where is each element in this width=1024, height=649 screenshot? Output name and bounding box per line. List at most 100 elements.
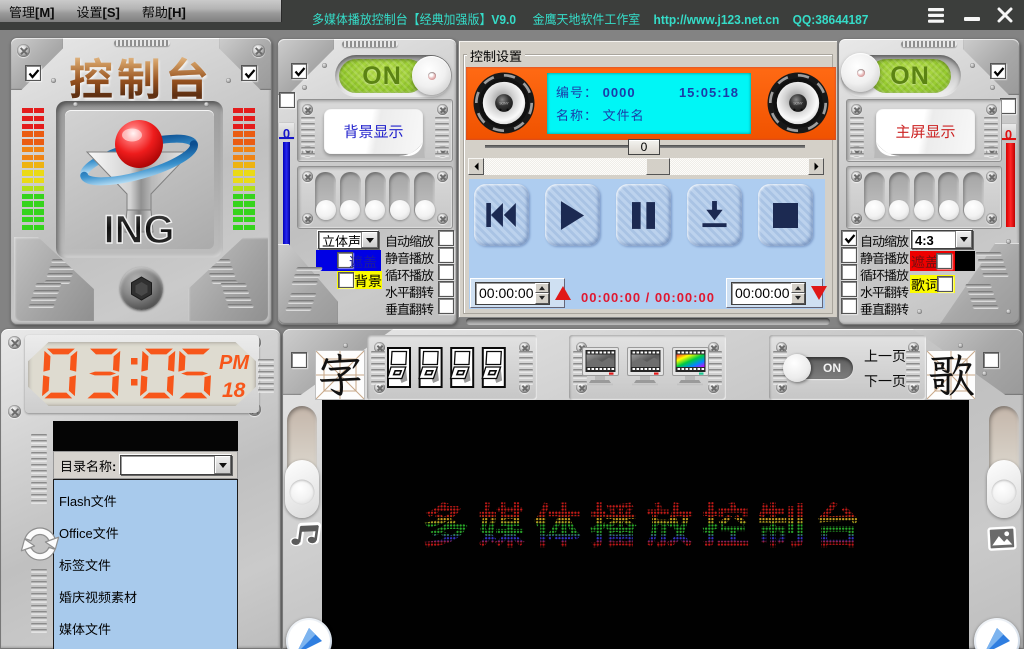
decor: 遮盖	[349, 252, 377, 272]
scroll-thumb[interactable]	[646, 158, 670, 175]
directory-item[interactable]: 婚庆视频素材	[54, 582, 237, 614]
scrollbar[interactable]	[468, 158, 824, 175]
audio-mode-dropdown[interactable]: 立体声	[318, 231, 379, 249]
vent-grille	[28, 283, 62, 308]
option-checkbox[interactable]	[438, 281, 454, 297]
group-title: 控制设置	[467, 46, 525, 65]
right-panel-checkbox2[interactable]	[1000, 98, 1016, 114]
option-checkbox[interactable]	[438, 247, 454, 263]
background-display-button[interactable]: 背景显示	[324, 109, 423, 154]
eq-slider	[963, 172, 984, 220]
row2: 名称： 文件名	[556, 105, 645, 124]
right-panel-checkbox[interactable]	[990, 63, 1006, 79]
minimize-button[interactable]	[964, 17, 980, 22]
option-checkbox[interactable]	[841, 247, 857, 263]
stop-button[interactable]	[758, 184, 813, 246]
right-on-toggle[interactable]: ON	[869, 59, 951, 93]
menu-help[interactable]: 帮助[H]	[142, 2, 186, 21]
scroll-left-button[interactable]	[468, 158, 484, 175]
toggle-switch-icons[interactable]	[387, 347, 506, 388]
right-side-knob[interactable]	[987, 460, 1021, 518]
left-on-knob[interactable]	[412, 56, 451, 95]
option-checkbox[interactable]	[841, 298, 857, 314]
decor	[225, 297, 252, 301]
directory-item[interactable]: Flash文件	[54, 486, 237, 518]
rivet-icon	[982, 371, 987, 376]
main-display-button[interactable]: 主屏显示	[876, 109, 975, 154]
directory-dropdown[interactable]	[120, 455, 232, 475]
directory-item[interactable]: Office文件	[54, 518, 237, 550]
decor	[984, 129, 998, 132]
aspect-ratio-dropdown[interactable]: 4:3	[911, 230, 973, 249]
decor	[31, 629, 47, 632]
option-checkbox[interactable]	[841, 281, 857, 297]
display-strip	[53, 421, 238, 451]
background-checkbox[interactable]	[338, 272, 354, 288]
option-checkbox[interactable]	[438, 298, 454, 314]
directory-item[interactable]: 媒体文件	[54, 614, 237, 646]
previous-button[interactable]	[474, 184, 529, 246]
close-button[interactable]	[997, 7, 1013, 23]
seek-thumb[interactable]: 0	[628, 139, 660, 155]
menu-settings[interactable]: 设置[S]	[77, 2, 120, 21]
console-left-checkbox[interactable]	[25, 65, 41, 81]
song-mode-button[interactable]: 歌	[927, 351, 975, 399]
console-right-checkbox[interactable]	[241, 65, 257, 81]
refresh-icon[interactable]	[17, 522, 63, 566]
menu-hamburger-icon[interactable]	[928, 8, 944, 23]
toggle-label: ON	[823, 361, 841, 375]
option-checkbox[interactable]	[841, 264, 857, 280]
decor	[984, 117, 998, 120]
left-corner-button[interactable]	[286, 618, 332, 649]
rivet-icon	[1006, 239, 1011, 244]
right-on-knob[interactable]	[841, 53, 880, 92]
display-left-checkbox[interactable]	[291, 352, 307, 368]
vent-grille	[984, 117, 998, 156]
monitor-icons[interactable]	[582, 347, 712, 389]
right-corner-button[interactable]	[974, 618, 1020, 649]
load-button[interactable]	[687, 184, 742, 246]
mark-end-icon[interactable]	[811, 286, 827, 300]
display-right-checkbox[interactable]	[983, 352, 999, 368]
eq-sliders[interactable]	[864, 172, 984, 220]
directory-list[interactable]: Flash文件Office文件标签文件婚庆视频素材媒体文件	[53, 479, 238, 649]
option-checkbox[interactable]	[438, 264, 454, 280]
text-mode-button[interactable]: 字	[316, 351, 364, 399]
page-group: ON 上一页 下一页	[769, 335, 926, 400]
prev-page-label[interactable]: 上一页	[864, 346, 906, 366]
bolt-button[interactable]	[120, 267, 163, 310]
menu-manage[interactable]: 管理[M]	[9, 2, 55, 21]
page-toggle[interactable]: ON	[786, 357, 853, 379]
left-slider-value: 0	[279, 123, 294, 139]
directory-label: 目录名称:	[60, 456, 116, 475]
left-panel-checkbox[interactable]	[291, 63, 307, 79]
play-button[interactable]	[545, 184, 600, 246]
eq-sliders[interactable]	[315, 172, 435, 220]
lyrics-checkbox[interactable]	[937, 276, 953, 292]
toggle-knob	[783, 354, 811, 382]
decor	[287, 300, 314, 304]
rivet-icon	[990, 85, 995, 90]
decor	[244, 155, 255, 160]
mask-checkbox-r[interactable]	[936, 253, 952, 269]
left-side-knob[interactable]	[285, 460, 319, 518]
directory-item[interactable]: 标签文件	[54, 550, 237, 582]
decor: 0000	[603, 82, 636, 101]
end-time-spinner[interactable]: 00:00:00	[731, 282, 806, 305]
screw-icon	[986, 213, 997, 224]
decor	[371, 357, 385, 360]
option-checkbox[interactable]	[841, 230, 857, 246]
left-panel-checkbox2[interactable]	[279, 92, 295, 108]
music-icon[interactable]	[288, 519, 322, 553]
pause-button[interactable]	[616, 184, 671, 246]
picture-icon[interactable]	[986, 523, 1018, 555]
decor	[34, 147, 45, 152]
menu-bar: 管理[M] 设置[S] 帮助[H]	[0, 0, 282, 22]
option-checkbox[interactable]	[438, 230, 454, 246]
right-volume-slider[interactable]	[1006, 143, 1015, 227]
left-speaker-icon	[473, 72, 535, 134]
decor	[371, 375, 385, 378]
scroll-right-button[interactable]	[808, 158, 824, 175]
decor	[519, 357, 533, 360]
next-page-label[interactable]: 下一页	[864, 371, 906, 391]
